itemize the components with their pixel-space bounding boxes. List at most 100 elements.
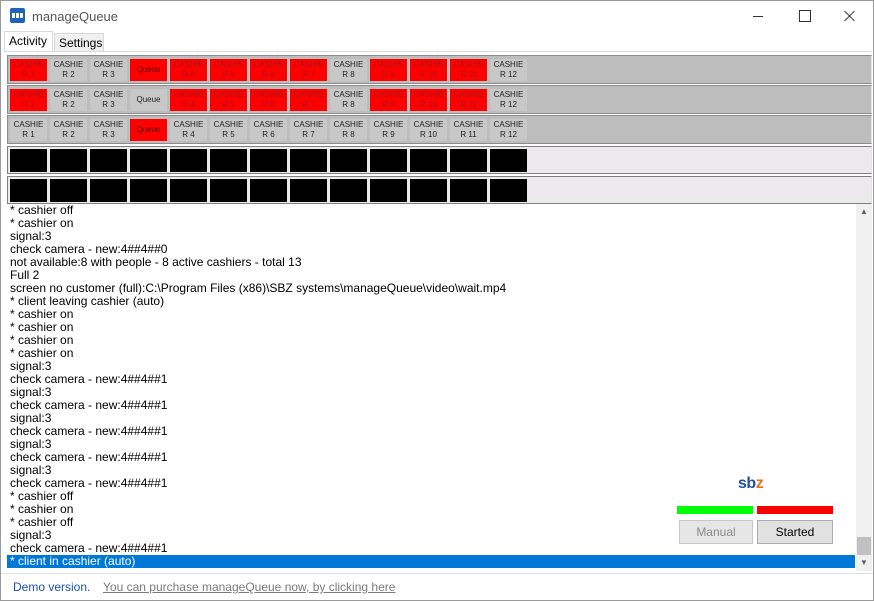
status-indicator-red bbox=[757, 506, 833, 514]
cashier-button[interactable]: CASHIE R 4 bbox=[170, 89, 207, 111]
minimize-icon[interactable] bbox=[735, 1, 781, 31]
demo-version-label: Demo version. bbox=[13, 580, 91, 594]
camera-view bbox=[210, 179, 247, 202]
maximize-icon[interactable] bbox=[781, 1, 827, 31]
camera-view bbox=[50, 179, 87, 202]
scroll-down-icon[interactable]: ▼ bbox=[856, 555, 872, 571]
tab-settings[interactable]: Settings bbox=[54, 33, 104, 52]
tab-activity[interactable]: Activity bbox=[4, 31, 53, 52]
camera-view bbox=[370, 149, 407, 172]
camera-view bbox=[10, 149, 47, 172]
queue-button[interactable]: Queue bbox=[130, 59, 167, 81]
cashier-button[interactable]: CASHIE R 12 bbox=[490, 119, 527, 141]
cashier-button[interactable]: CASHIE R 1 bbox=[10, 59, 47, 81]
cashier-button[interactable]: CASHIE R 12 bbox=[490, 89, 527, 111]
camera-view bbox=[290, 149, 327, 172]
cashier-button[interactable]: CASHIE R 10 bbox=[410, 59, 447, 81]
camera-view bbox=[50, 149, 87, 172]
cashier-button[interactable]: CASHIE R 7 bbox=[290, 119, 327, 141]
cashier-button[interactable]: CASHIE R 12 bbox=[490, 59, 527, 81]
camera-view bbox=[130, 149, 167, 172]
queue-button[interactable]: Queue bbox=[130, 119, 167, 141]
camera-view bbox=[10, 179, 47, 202]
log-entry[interactable]: check camera - new:4##4##1 bbox=[7, 373, 855, 386]
log-entry[interactable]: check camera - new:4##4##1 bbox=[7, 425, 855, 438]
log-entry[interactable]: * cashier on bbox=[7, 347, 855, 360]
main-window: manageQueue Settings Activity CASHIE R 1C… bbox=[0, 0, 874, 601]
log-list[interactable]: * cashier off * cashier on signal:3 check c… bbox=[7, 204, 855, 571]
camera-view bbox=[290, 179, 327, 202]
log-entry[interactable]: * client leaving cashier (auto) bbox=[7, 295, 855, 308]
camera-view bbox=[170, 149, 207, 172]
camera-view bbox=[170, 179, 207, 202]
cashier-button[interactable]: CASHIE R 6 bbox=[250, 119, 287, 141]
camera-view bbox=[370, 179, 407, 202]
cashier-button[interactable]: CASHIE R 3 bbox=[90, 89, 127, 111]
app-icon bbox=[10, 8, 25, 23]
cashier-button[interactable]: CASHIE R 2 bbox=[50, 89, 87, 111]
queue-button[interactable]: Queue bbox=[130, 89, 167, 111]
scroll-up-icon[interactable]: ▲ bbox=[856, 204, 872, 220]
cashier-button[interactable]: CASHIE R 1 bbox=[10, 89, 47, 111]
camera-row bbox=[7, 146, 872, 174]
cashier-button[interactable]: CASHIE R 2 bbox=[50, 119, 87, 141]
cashier-button[interactable]: CASHIE R 8 bbox=[330, 119, 367, 141]
camera-view bbox=[250, 149, 287, 172]
cashier-button[interactable]: CASHIE R 11 bbox=[450, 89, 487, 111]
cashier-button[interactable]: CASHIE R 11 bbox=[450, 119, 487, 141]
cashier-button[interactable]: CASHIE R 2 bbox=[50, 59, 87, 81]
cashier-button[interactable]: CASHIE R 7 bbox=[290, 89, 327, 111]
cashier-button[interactable]: CASHIE R 8 bbox=[330, 59, 367, 81]
camera-view bbox=[130, 179, 167, 202]
cashier-button[interactable]: CASHIE R 6 bbox=[250, 89, 287, 111]
cashier-button[interactable]: CASHIE R 10 bbox=[410, 119, 447, 141]
cashier-button[interactable]: CASHIE R 1 bbox=[10, 119, 47, 141]
log-entry[interactable]: * cashier off bbox=[7, 490, 855, 503]
cashier-button[interactable]: CASHIE R 5 bbox=[210, 119, 247, 141]
camera-view bbox=[330, 179, 367, 202]
camera-view bbox=[90, 179, 127, 202]
cashier-button[interactable]: CASHIE R 3 bbox=[90, 119, 127, 141]
camera-row bbox=[7, 176, 872, 204]
scroll-thumb[interactable] bbox=[857, 537, 871, 555]
camera-view bbox=[450, 179, 487, 202]
log-entry[interactable]: * cashier on bbox=[7, 217, 855, 230]
cashier-button[interactable]: CASHIE R 11 bbox=[450, 59, 487, 81]
cashier-row: CASHIE R 1 CASHIE R 2 CASHIE R 3 Queue CASHIE R … bbox=[7, 85, 872, 114]
purchase-link[interactable]: You can purchase manageQueue now, by cli… bbox=[103, 580, 395, 594]
log-entry[interactable]: * cashier off bbox=[7, 204, 855, 217]
manual-button[interactable]: Manual bbox=[679, 520, 753, 544]
log-entry[interactable]: check camera - new:4##4##1 bbox=[7, 477, 855, 490]
started-button[interactable]: Started bbox=[757, 520, 833, 544]
status-indicator-green bbox=[677, 506, 753, 514]
cashier-button[interactable]: CASHIE R 5 bbox=[210, 89, 247, 111]
activity-panel: CASHIE R 1 CASHIE R 2 CASHIE R 3 Queue CASHIE R … bbox=[4, 51, 872, 572]
camera-view bbox=[250, 179, 287, 202]
log-entry[interactable]: not available:8 with people - 8 active c… bbox=[7, 256, 855, 269]
camera-view bbox=[410, 179, 447, 202]
close-icon[interactable] bbox=[827, 1, 873, 31]
cashier-button[interactable]: CASHIE R 8 bbox=[330, 89, 367, 111]
cashier-button[interactable]: CASHIE R 9 bbox=[370, 89, 407, 111]
log-entry[interactable]: * client in cashier (auto) bbox=[7, 555, 855, 568]
camera-view bbox=[410, 149, 447, 172]
camera-view bbox=[490, 149, 527, 172]
cashier-button[interactable]: CASHIE R 5 bbox=[210, 59, 247, 81]
cashier-button[interactable]: CASHIE R 9 bbox=[370, 59, 407, 81]
cashier-button[interactable]: CASHIE R 4 bbox=[170, 119, 207, 141]
cashier-button[interactable]: CASHIE R 6 bbox=[250, 59, 287, 81]
log-entry[interactable]: * cashier on bbox=[7, 321, 855, 334]
log-scrollbar[interactable]: ▲ ▼ bbox=[856, 204, 872, 571]
log-entry[interactable]: * cashier on bbox=[7, 334, 855, 347]
cashier-button[interactable]: CASHIE R 9 bbox=[370, 119, 407, 141]
footer: Demo version. You can purchase manageQue… bbox=[1, 573, 873, 600]
log-entry[interactable]: check camera - new:4##4##1 bbox=[7, 399, 855, 412]
log-entry[interactable]: check camera - new:4##4##1 bbox=[7, 451, 855, 464]
cashier-button[interactable]: CASHIE R 10 bbox=[410, 89, 447, 111]
camera-view bbox=[330, 149, 367, 172]
log-entry[interactable]: * cashier on bbox=[7, 308, 855, 321]
sbz-logo: sbz bbox=[738, 475, 764, 492]
cashier-button[interactable]: CASHIE R 3 bbox=[90, 59, 127, 81]
cashier-button[interactable]: CASHIE R 7 bbox=[290, 59, 327, 81]
cashier-button[interactable]: CASHIE R 4 bbox=[170, 59, 207, 81]
